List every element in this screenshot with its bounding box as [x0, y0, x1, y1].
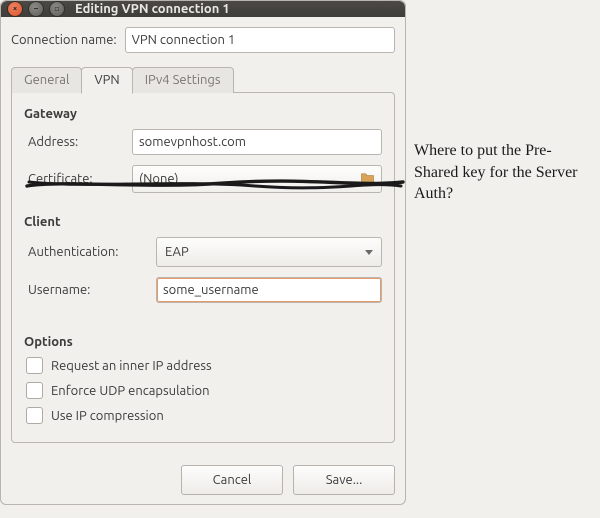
- certificate-value: (None): [139, 172, 178, 186]
- window-title: Editing VPN connection 1: [75, 2, 230, 16]
- tab-general[interactable]: General: [11, 67, 82, 93]
- tab-ipv4[interactable]: IPv4 Settings: [132, 67, 234, 93]
- request-inner-ip-label: Request an inner IP address: [51, 359, 212, 373]
- titlebar: × – ▫ Editing VPN connection 1: [1, 1, 405, 17]
- cancel-button[interactable]: Cancel: [181, 465, 283, 495]
- external-annotation: Where to put the Pre-Shared key for the …: [414, 140, 594, 205]
- gateway-section: Gateway: [24, 107, 382, 121]
- certificate-chooser[interactable]: (None): [132, 165, 382, 193]
- username-input[interactable]: [156, 277, 382, 303]
- open-file-icon: [360, 172, 375, 187]
- options-section: Options: [24, 335, 382, 349]
- tab-panel-vpn: Gateway Address: Certificate: (None): [11, 92, 395, 443]
- close-icon[interactable]: ×: [7, 1, 23, 17]
- ip-compression-label: Use IP compression: [51, 409, 164, 423]
- certificate-label: Certificate:: [24, 172, 132, 186]
- minimize-icon[interactable]: –: [28, 1, 44, 17]
- authentication-label: Authentication:: [24, 245, 156, 259]
- tab-vpn[interactable]: VPN: [81, 67, 132, 94]
- enforce-udp-checkbox[interactable]: [26, 382, 43, 399]
- connection-name-input[interactable]: [125, 27, 395, 53]
- address-label: Address:: [24, 135, 132, 149]
- request-inner-ip-checkbox[interactable]: [26, 357, 43, 374]
- ip-compression-checkbox[interactable]: [26, 407, 43, 424]
- authentication-value: EAP: [165, 245, 189, 259]
- save-button[interactable]: Save...: [293, 465, 395, 495]
- vpn-edit-window: × – ▫ Editing VPN connection 1 Connectio…: [0, 0, 406, 505]
- address-input[interactable]: [132, 129, 382, 155]
- maximize-icon[interactable]: ▫: [49, 1, 65, 17]
- authentication-dropdown[interactable]: EAP: [156, 237, 382, 267]
- connection-name-label: Connection name:: [11, 33, 117, 47]
- client-section: Client: [24, 215, 382, 229]
- chevron-down-icon: [365, 250, 373, 255]
- username-label: Username:: [24, 283, 156, 297]
- enforce-udp-label: Enforce UDP encapsulation: [51, 384, 210, 398]
